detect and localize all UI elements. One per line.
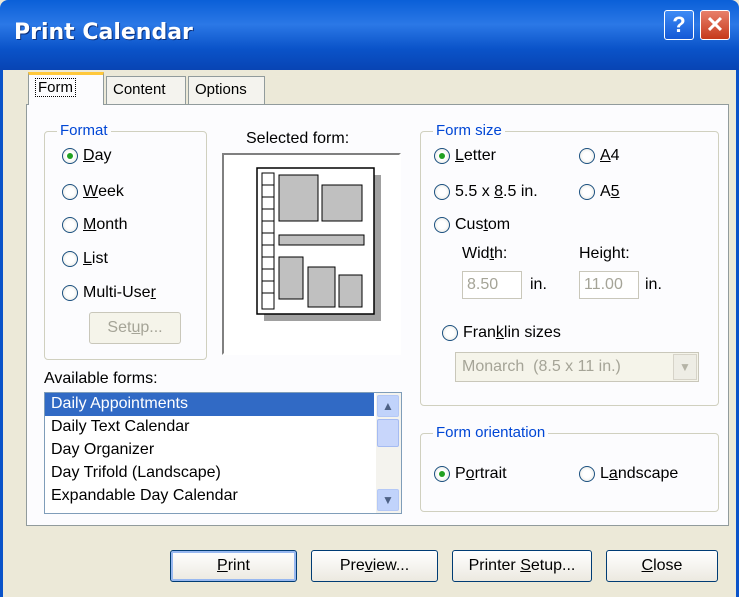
- width-unit: in.: [530, 276, 547, 293]
- available-forms-listbox[interactable]: Daily Appointments Daily Text Calendar D…: [44, 392, 402, 514]
- height-field[interactable]: 11.00: [579, 271, 639, 299]
- format-legend: Format: [57, 122, 111, 139]
- franklin-size-select[interactable]: Monarch (8.5 x 11 in.) ▼: [455, 352, 699, 382]
- scroll-up-arrow-icon[interactable]: ▲: [377, 395, 399, 417]
- printer-setup-button[interactable]: Printer Setup...: [452, 550, 592, 582]
- a5-radio[interactable]: A5: [579, 183, 620, 201]
- tab-content[interactable]: Content: [106, 76, 186, 104]
- preview-button[interactable]: Preview...: [311, 550, 438, 582]
- selected-form-label: Selected form:: [246, 130, 350, 147]
- radio-circle-icon: [434, 217, 450, 233]
- form-thumbnail-icon: [256, 167, 381, 321]
- close-window-button[interactable]: ✕: [700, 10, 730, 40]
- radio-circle-icon: [434, 466, 450, 482]
- width-label: Width:: [462, 245, 508, 262]
- half-letter-radio[interactable]: 5.5 x 8.5 in.: [434, 183, 538, 201]
- list-scrollbar[interactable]: ▲ ▼: [376, 393, 401, 513]
- height-label: Height:: [579, 245, 630, 262]
- close-button[interactable]: Close: [606, 550, 718, 582]
- scroll-thumb[interactable]: [377, 419, 399, 447]
- radio-circle-icon: [442, 325, 458, 341]
- letter-radio[interactable]: Letter: [434, 147, 496, 165]
- portrait-radio[interactable]: Po rtrait: [434, 465, 507, 483]
- radio-circle-icon: [62, 184, 78, 200]
- format-day-radio[interactable]: Day: [62, 147, 111, 165]
- height-unit: in.: [645, 276, 662, 293]
- available-forms-label: Available forms:: [44, 370, 158, 387]
- title-bar: Print Calendar ? ✕: [0, 0, 739, 70]
- a4-radio[interactable]: A4: [579, 147, 620, 165]
- radio-circle-icon: [434, 148, 450, 164]
- tab-label: Options: [195, 81, 247, 98]
- radio-circle-icon: [62, 148, 78, 164]
- list-item[interactable]: Day Trifold (Landscape): [45, 462, 401, 485]
- radio-circle-icon: [579, 466, 595, 482]
- tab-options[interactable]: Options: [188, 76, 265, 104]
- format-multi-user-radio[interactable]: Multi-Use r: [62, 284, 156, 302]
- landscape-radio[interactable]: La ndscape: [579, 465, 678, 483]
- format-month-radio[interactable]: Month: [62, 216, 127, 234]
- format-week-radio[interactable]: Week: [62, 183, 124, 201]
- radio-circle-icon: [62, 285, 78, 301]
- tab-label: Form: [35, 78, 76, 97]
- tab-label: Content: [113, 81, 166, 98]
- radio-circle-icon: [579, 184, 595, 200]
- form-size-legend: Form size: [433, 122, 505, 139]
- print-button[interactable]: Print: [170, 550, 297, 582]
- list-item[interactable]: Day Organizer: [45, 439, 401, 462]
- list-item[interactable]: Expandable Day Calendar: [45, 485, 401, 508]
- setup-button[interactable]: Setup...: [89, 312, 181, 344]
- format-list-radio[interactable]: List: [62, 250, 108, 268]
- chevron-down-icon[interactable]: ▼: [673, 354, 697, 380]
- help-button[interactable]: ?: [664, 10, 694, 40]
- franklin-sizes-radio[interactable]: Fran k lin sizes: [442, 324, 561, 342]
- radio-circle-icon: [62, 217, 78, 233]
- width-field[interactable]: 8.50: [462, 271, 522, 299]
- radio-circle-icon: [62, 251, 78, 267]
- window-frame-left: [0, 70, 3, 597]
- list-item[interactable]: Daily Appointments: [45, 393, 374, 416]
- form-orientation-legend: Form orientation: [433, 424, 549, 441]
- form-preview: [222, 153, 401, 355]
- radio-circle-icon: [434, 184, 450, 200]
- custom-radio[interactable]: Cus t om: [434, 216, 510, 234]
- list-item[interactable]: Daily Text Calendar: [45, 416, 401, 439]
- scroll-down-arrow-icon[interactable]: ▼: [377, 489, 399, 511]
- radio-circle-icon: [579, 148, 595, 164]
- window-title: Print Calendar: [14, 20, 193, 45]
- tab-form[interactable]: Form: [28, 72, 104, 105]
